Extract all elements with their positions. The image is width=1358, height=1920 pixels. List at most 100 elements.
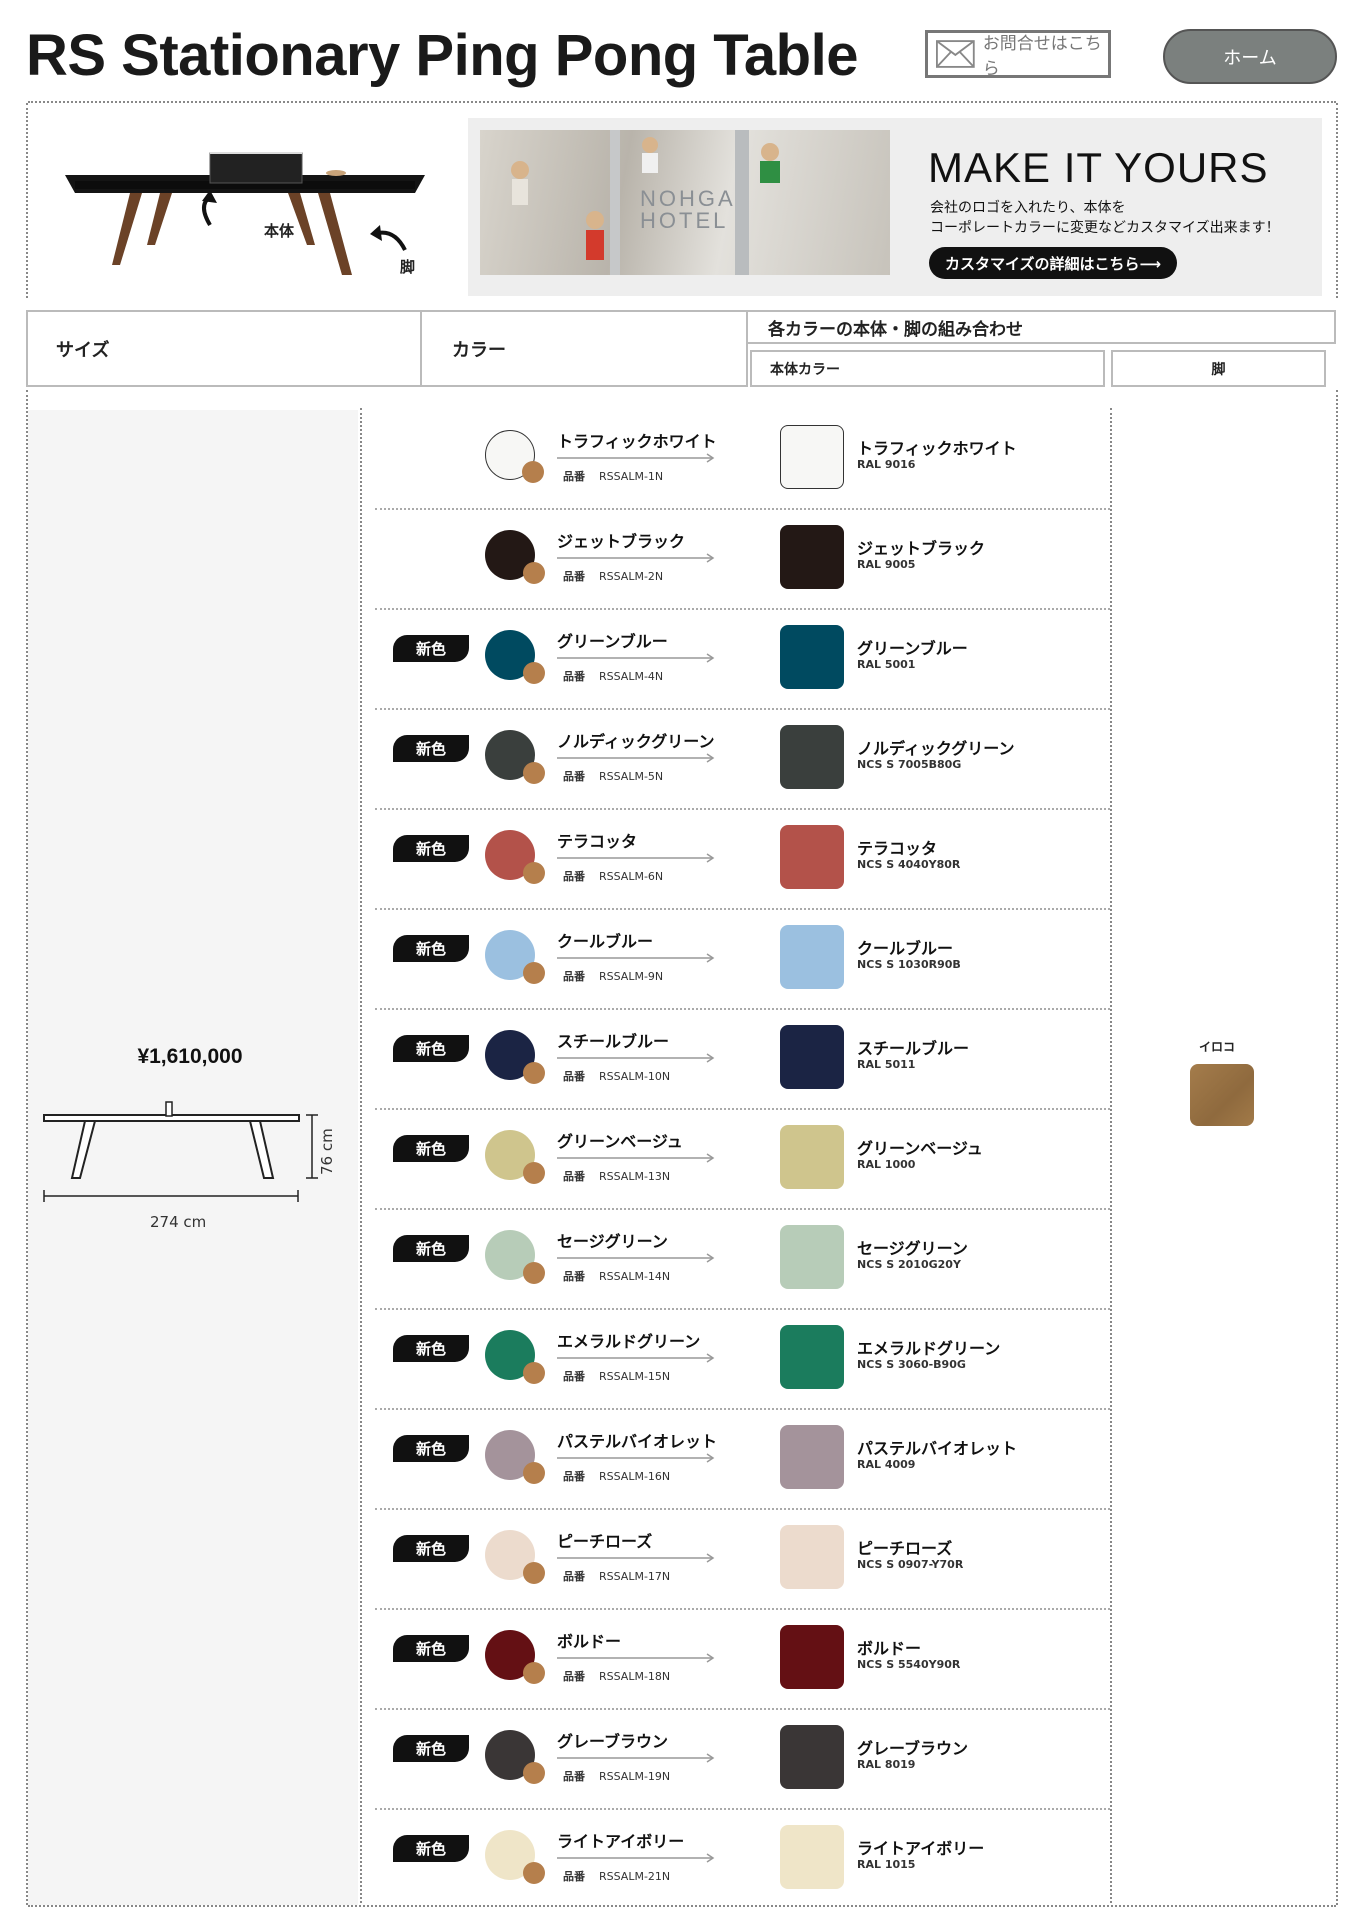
color-row: 新色 ボルドー 品番 RSSALM-18N ボルドー NCS S 5540Y90R [375, 1610, 1110, 1710]
leg-dot [523, 962, 545, 984]
leg-dot [523, 662, 545, 684]
color-name: セージグリーン [557, 1232, 668, 1251]
contact-button[interactable]: お問合せはこちら [925, 30, 1111, 79]
color-swatch[interactable] [485, 530, 545, 584]
body-color-swatch [780, 525, 844, 589]
body-color-swatch [780, 1025, 844, 1089]
leg-label: 脚 [400, 258, 416, 276]
color-name: ボルドー [557, 1632, 622, 1651]
arrow-right-icon [557, 1153, 715, 1163]
color-name: ライトアイボリー [557, 1832, 685, 1851]
body-color-swatch [780, 625, 844, 689]
body-color-ref: NCS S 0907-Y70R [857, 1558, 964, 1571]
color-swatch[interactable] [485, 430, 544, 483]
color-name: グリーンベージュ [557, 1132, 683, 1151]
arrow-right-icon [557, 1753, 715, 1763]
banner-headline: MAKE IT YOURS [928, 144, 1269, 191]
arrow-right-icon [557, 1553, 715, 1563]
height-dimension: 76 cm [318, 1128, 336, 1175]
price: ¥1,610,000 [137, 1045, 243, 1068]
combo-column-header: 各カラーの本体・脚の組み合わせ [746, 310, 1336, 344]
color-row: 新色 スチールブルー 品番 RSSALM-10N スチールブルー RAL 5011 [375, 1010, 1110, 1110]
color-swatch[interactable] [485, 1330, 545, 1384]
part-label: 品番 [563, 870, 585, 883]
leg-dot [523, 1162, 545, 1184]
body-color-name: パステルバイオレット [857, 1439, 1018, 1458]
new-color-badge: 新色 [393, 735, 469, 762]
part-code: RSSALM-21N [599, 1870, 671, 1883]
body-color-swatch [780, 1525, 844, 1589]
color-swatch[interactable] [485, 1730, 545, 1784]
color-row: 新色 ノルディックグリーン 品番 RSSALM-5N ノルディックグリーン NCS S 7… [375, 710, 1110, 810]
body-color-ref: RAL 1000 [857, 1158, 916, 1171]
color-row: 新色 グリーンブルー 品番 RSSALM-4N グリーンブルー RAL 5001 [375, 610, 1110, 710]
color-row: 新色 エメラルドグリーン 品番 RSSALM-15N エメラルドグリーン NCS S 30… [375, 1310, 1110, 1410]
body-color-swatch [780, 1325, 844, 1389]
part-code: RSSALM-18N [599, 1670, 671, 1683]
color-swatch[interactable] [485, 1630, 545, 1684]
new-color-badge: 新色 [393, 1035, 469, 1062]
part-code: RSSALM-5N [599, 770, 664, 783]
width-dimension: 274 cm [150, 1213, 207, 1231]
body-color-ref: RAL 4009 [857, 1458, 916, 1471]
home-button[interactable]: ホーム [1163, 29, 1337, 84]
color-name: テラコッタ [557, 832, 638, 851]
new-color-badge: 新色 [393, 1735, 469, 1762]
color-swatch[interactable] [485, 830, 545, 884]
arrow-right-icon [557, 953, 715, 963]
new-color-badge: 新色 [393, 1335, 469, 1362]
color-swatch[interactable] [485, 1830, 545, 1884]
color-swatch[interactable] [485, 730, 545, 784]
part-code: RSSALM-1N [599, 470, 664, 483]
color-swatch[interactable] [485, 930, 545, 984]
part-number: 品番 RSSALM-9N [563, 968, 663, 984]
color-name: ノルディックグリーン [557, 732, 715, 751]
arrow-right-icon [557, 1053, 715, 1063]
part-code: RSSALM-4N [599, 670, 664, 683]
color-name: グリーンブルー [557, 632, 668, 651]
banner-description: 会社のロゴを入れたり、本体を コーポレートカラーに変更などカスタマイズ出来ます！ [930, 198, 1280, 238]
body-color-swatch [780, 825, 844, 889]
part-label: 品番 [563, 770, 585, 783]
new-color-badge: 新色 [393, 635, 469, 662]
color-swatch[interactable] [485, 1030, 545, 1084]
body-color-swatch [780, 1625, 844, 1689]
part-label: 品番 [563, 1470, 585, 1483]
arrow-right-icon [557, 1853, 715, 1863]
customize-banner[interactable]: NOHGA HOTEL MAKE IT YOURS 会社のロゴを入れたり、本体を… [468, 118, 1322, 296]
part-label: 品番 [563, 1170, 585, 1183]
leg-dot [523, 1262, 545, 1284]
customize-link[interactable]: カスタマイズの詳細はこちら⟶ [929, 247, 1178, 279]
color-swatch[interactable] [485, 1530, 545, 1584]
part-number: 品番 RSSALM-6N [563, 868, 663, 884]
arrow-right-icon [557, 553, 715, 563]
part-code: RSSALM-14N [599, 1270, 671, 1283]
part-label: 品番 [563, 670, 585, 683]
hotel-photo: NOHGA HOTEL [480, 130, 890, 275]
body-color-ref: NCS S 2010G20Y [857, 1258, 961, 1271]
size-column-header: サイズ [26, 310, 422, 387]
color-row: トラフィックホワイト 品番 RSSALM-1N トラフィックホワイト RAL 9016 [375, 410, 1110, 510]
color-swatch[interactable] [485, 630, 545, 684]
arrow-right-icon [557, 653, 715, 663]
body-color-ref: NCS S 4040Y80R [857, 858, 961, 871]
mail-icon [936, 40, 975, 68]
color-swatch[interactable] [485, 1230, 545, 1284]
arrow-right-icon [557, 1353, 715, 1363]
color-swatch[interactable] [485, 1430, 545, 1484]
part-label: 品番 [563, 1270, 585, 1283]
banner-desc-line2: コーポレートカラーに変更などカスタマイズ出来ます！ [930, 220, 1280, 236]
contact-label: お問合せはこちら [982, 34, 1102, 79]
color-name: ピーチローズ [557, 1532, 653, 1551]
part-code: RSSALM-17N [599, 1570, 671, 1583]
part-code: RSSALM-9N [599, 970, 664, 983]
body-label: 本体 [264, 222, 295, 240]
color-swatch[interactable] [485, 1130, 545, 1184]
body-color-swatch [780, 1825, 844, 1889]
part-label: 品番 [563, 1570, 585, 1583]
leg-header: 脚 [1111, 350, 1326, 387]
part-code: RSSALM-10N [599, 1070, 671, 1083]
leg-dot [523, 1662, 545, 1684]
leg-dot [523, 1762, 545, 1784]
new-color-badge: 新色 [393, 835, 469, 862]
